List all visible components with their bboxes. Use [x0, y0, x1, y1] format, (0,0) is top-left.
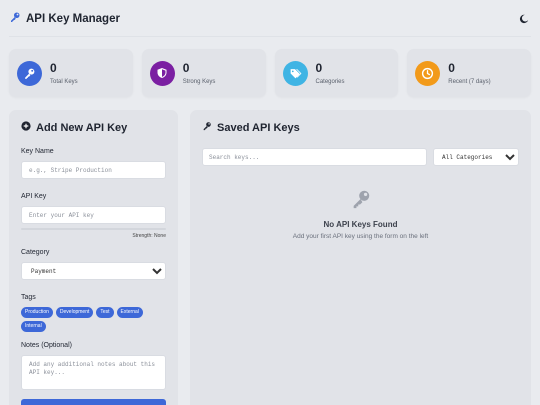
stat-label: Strong Keys: [182, 78, 216, 85]
strength-meter: [21, 228, 166, 230]
tag-external[interactable]: External: [116, 307, 143, 318]
saved-keys-title: Saved API Keys: [217, 121, 300, 134]
key-icon: [9, 10, 21, 28]
stat-label: Categories: [315, 78, 345, 85]
empty-state: No API Keys Found Add your first API key…: [190, 188, 531, 240]
api-key-input[interactable]: [21, 206, 166, 224]
search-input[interactable]: [202, 148, 427, 166]
empty-subtitle: Add your first API key using the form on…: [292, 233, 429, 240]
key-name-input[interactable]: [21, 161, 166, 179]
key-name-label: Key Name: [21, 148, 54, 155]
panel-heading: Saved API Keys: [202, 121, 519, 134]
key-icon: [350, 188, 372, 215]
category-filter-select[interactable]: All Categories: [433, 148, 519, 166]
stat-card-recent: 0 Recent (7 days): [407, 49, 531, 97]
stat-label: Total Keys: [50, 78, 78, 85]
stat-card-strong-keys: 0 Strong Keys: [141, 49, 266, 97]
add-key-panel: Add New API Key Key Name API Key Strengt…: [9, 110, 178, 405]
notes-label: Notes (Optional): [21, 342, 72, 349]
tag-internal[interactable]: Internal: [21, 321, 46, 332]
filters-row: All Categories: [202, 148, 519, 166]
key-icon: [17, 60, 42, 86]
moon-icon[interactable]: [519, 11, 531, 24]
tags-label: Tags: [21, 294, 36, 301]
add-key-title: Add New API Key: [36, 121, 128, 134]
tags-icon: [282, 60, 308, 86]
tag-development[interactable]: Development: [55, 307, 94, 318]
stat-value: 0: [50, 60, 57, 75]
category-select[interactable]: Payment: [21, 262, 166, 280]
stat-value: 0: [448, 60, 455, 75]
empty-title: No API Keys Found: [323, 220, 398, 229]
stat-card-total-keys: 0 Total Keys: [9, 49, 133, 97]
save-key-button[interactable]: [21, 399, 166, 405]
top-bar: API Key Manager: [0, 0, 540, 36]
key-icon: [202, 121, 212, 134]
stat-value: 0: [315, 60, 323, 75]
notes-textarea[interactable]: [21, 355, 166, 390]
stat-card-categories: 0 Categories: [274, 49, 399, 97]
plus-circle-icon: [21, 121, 31, 134]
stats-row: 0 Total Keys 0 Strong Keys 0 Categories …: [9, 49, 531, 97]
category-label: Category: [21, 249, 50, 256]
brand: API Key Manager: [9, 10, 120, 28]
tags-list: Production Development Test External Int…: [21, 307, 166, 332]
tag-production[interactable]: Production: [21, 307, 53, 318]
strength-text: Strength: None: [132, 233, 166, 239]
panel-heading: Add New API Key: [21, 121, 166, 134]
api-key-label: API Key: [21, 193, 47, 200]
saved-keys-panel: Saved API Keys All Categories No API Key…: [190, 110, 531, 405]
header-divider: [9, 36, 531, 37]
tag-test[interactable]: Test: [96, 307, 114, 318]
stat-value: 0: [182, 60, 190, 75]
shield-icon: [149, 60, 175, 86]
stat-label: Recent (7 days): [448, 78, 491, 85]
clock-icon: [415, 60, 441, 86]
app-title: API Key Manager: [26, 13, 120, 25]
